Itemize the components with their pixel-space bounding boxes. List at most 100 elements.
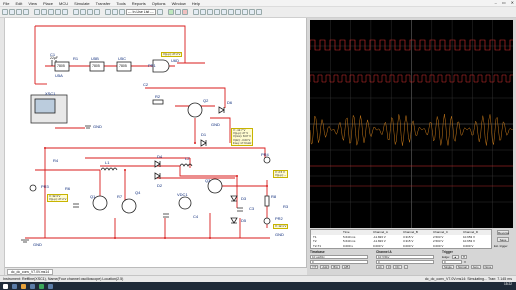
oscilloscope-panel: Time Channel_A Channel_B Channel_C Channel…: [307, 18, 516, 275]
undo-icon[interactable]: [55, 9, 61, 15]
label-d5: D5: [241, 218, 247, 223]
label-c1-value: 22µF: [50, 56, 59, 60]
stop-simulation-icon[interactable]: [182, 9, 188, 15]
run-simulation-icon[interactable]: [168, 9, 174, 15]
print-icon[interactable]: [23, 9, 29, 15]
mode-add[interactable]: Add: [320, 264, 330, 269]
label-vdc1: VDC1: [177, 192, 188, 197]
menu-file[interactable]: File: [3, 1, 9, 6]
postprocessor-icon[interactable]: [242, 9, 248, 15]
file-explorer-icon[interactable]: [21, 283, 26, 289]
erc-icon[interactable]: [249, 9, 255, 15]
cut-icon[interactable]: [34, 9, 40, 15]
zoom-out-icon[interactable]: [80, 9, 86, 15]
trigger-normal[interactable]: Normal: [455, 264, 469, 269]
place-wire-icon[interactable]: [200, 9, 206, 15]
database-icon[interactable]: [119, 9, 125, 15]
edge-rising-icon[interactable]: ▲: [451, 254, 459, 259]
menu-options[interactable]: Options: [152, 1, 166, 6]
minimize-button[interactable]: –: [495, 0, 497, 5]
grapher-icon[interactable]: [235, 9, 241, 15]
reverse-button[interactable]: Reverse: [497, 230, 509, 235]
menu-view[interactable]: View: [28, 1, 37, 6]
design-toolbox-icon[interactable]: [105, 9, 111, 15]
help-icon[interactable]: [157, 9, 163, 15]
label-q2: Q2: [203, 98, 209, 103]
mode-yt[interactable]: Y/T: [310, 264, 319, 269]
trigger-auto[interactable]: Auto: [470, 264, 481, 269]
timebase-scale-field[interactable]: 10 µs/Div: [310, 254, 368, 259]
netlist-icon[interactable]: [256, 9, 262, 15]
open-file-icon[interactable]: [9, 9, 15, 15]
menu-simulate[interactable]: Simulate: [74, 1, 90, 6]
ext-trigger-label: Ext. trigger: [494, 244, 508, 248]
close-button[interactable]: ✕: [511, 0, 514, 5]
search-icon[interactable]: [12, 283, 17, 289]
redo-icon[interactable]: [62, 9, 68, 15]
trigger-level-unit: V: [464, 259, 467, 264]
place-bus-icon[interactable]: [207, 9, 213, 15]
app-icon[interactable]: [48, 283, 53, 289]
edge-falling-icon[interactable]: ▼: [460, 254, 468, 259]
browser-icon[interactable]: [30, 283, 35, 289]
label-q1: Q1: [90, 194, 96, 199]
coupling-dc[interactable]: DC: [393, 264, 402, 269]
channel-title: Channel A: [376, 250, 392, 254]
zoom-in-icon[interactable]: [73, 9, 79, 15]
label-r3: R3: [283, 204, 289, 209]
copy-icon[interactable]: [41, 9, 47, 15]
schematic-canvas[interactable]: C1 22µF U5A 7805 R1 U5B 7805 U5C 7805 PR…: [5, 18, 307, 267]
probe-top: V(p-p): 27.2 V: [161, 52, 183, 58]
probe-icon[interactable]: [221, 9, 227, 15]
timebase-group: Timebase 10 µs/Div 0 Y/T Add B/A A/B: [310, 250, 368, 274]
toolbar: --- In-Use List ---: [0, 7, 516, 18]
label-l2: L2: [185, 156, 190, 161]
coupling-zero[interactable]: 0: [385, 264, 392, 269]
probe-mid: V: -12.7 V V(p-p): 27 V V(rms): 8.07 V V…: [231, 128, 254, 147]
menu-mcu[interactable]: MCU: [59, 1, 68, 6]
spreadsheet-icon[interactable]: [112, 9, 118, 15]
label-u5b-part: 7805: [92, 64, 100, 68]
start-icon[interactable]: [3, 283, 8, 289]
save-icon[interactable]: [16, 9, 22, 15]
mode-ba[interactable]: B/A: [331, 264, 340, 269]
menu-place[interactable]: Place: [43, 1, 53, 6]
pause-simulation-icon[interactable]: [175, 9, 181, 15]
channel-ypos-field[interactable]: 0: [376, 259, 434, 264]
taskbar-clock: 15:22: [504, 282, 512, 286]
oscilloscope-screen[interactable]: [310, 20, 513, 228]
label-d2: D2: [157, 183, 163, 188]
readout-row-delta: T2-T1 0.000 s 0.000 V 0.000 V 0.000 V 0.000…: [313, 243, 474, 248]
label-r7: R7: [117, 194, 123, 199]
place-text-icon[interactable]: [214, 9, 220, 15]
menu-reports[interactable]: Reports: [132, 1, 146, 6]
multisim-app-icon[interactable]: [39, 283, 44, 289]
trigger-modes: Single Normal Auto None: [442, 264, 512, 269]
in-use-list-select[interactable]: --- In-Use List ---: [126, 9, 156, 15]
channel-scale-field[interactable]: 10 V/Div: [376, 254, 434, 259]
save-button[interactable]: Save: [497, 237, 509, 242]
zoom-fit-icon[interactable]: [87, 9, 93, 15]
menu-help[interactable]: Help: [192, 1, 200, 6]
paste-icon[interactable]: [48, 9, 54, 15]
trigger-single[interactable]: Single: [442, 264, 454, 269]
coupling-ac[interactable]: AC: [376, 264, 384, 269]
place-component-icon[interactable]: [193, 9, 199, 15]
menu-transfer[interactable]: Transfer: [96, 1, 111, 6]
fullscreen-icon[interactable]: [94, 9, 100, 15]
maximize-button[interactable]: ▭: [502, 0, 506, 5]
instrument-icon[interactable]: [228, 9, 234, 15]
coupling-invert[interactable]: -: [403, 264, 409, 269]
menu-edit[interactable]: Edit: [15, 1, 22, 6]
trigger-none[interactable]: None: [482, 264, 494, 269]
timebase-xpos-field[interactable]: 0: [310, 259, 368, 264]
label-u5a-part: 7805: [57, 64, 65, 68]
new-file-icon[interactable]: [2, 9, 8, 15]
trigger-group: Trigger Edge: ▲ ▼ 0 V Single Normal Auto…: [442, 250, 512, 274]
mode-ab[interactable]: A/B: [341, 264, 351, 269]
menu-window[interactable]: Window: [172, 1, 186, 6]
label-u6d: U6D: [171, 58, 180, 63]
trigger-level-field[interactable]: 0: [442, 259, 462, 264]
menu-tools[interactable]: Tools: [116, 1, 125, 6]
tab-dc-dc-conv[interactable]: dc_dc_conv_V7.0V.ms14: [7, 268, 54, 275]
